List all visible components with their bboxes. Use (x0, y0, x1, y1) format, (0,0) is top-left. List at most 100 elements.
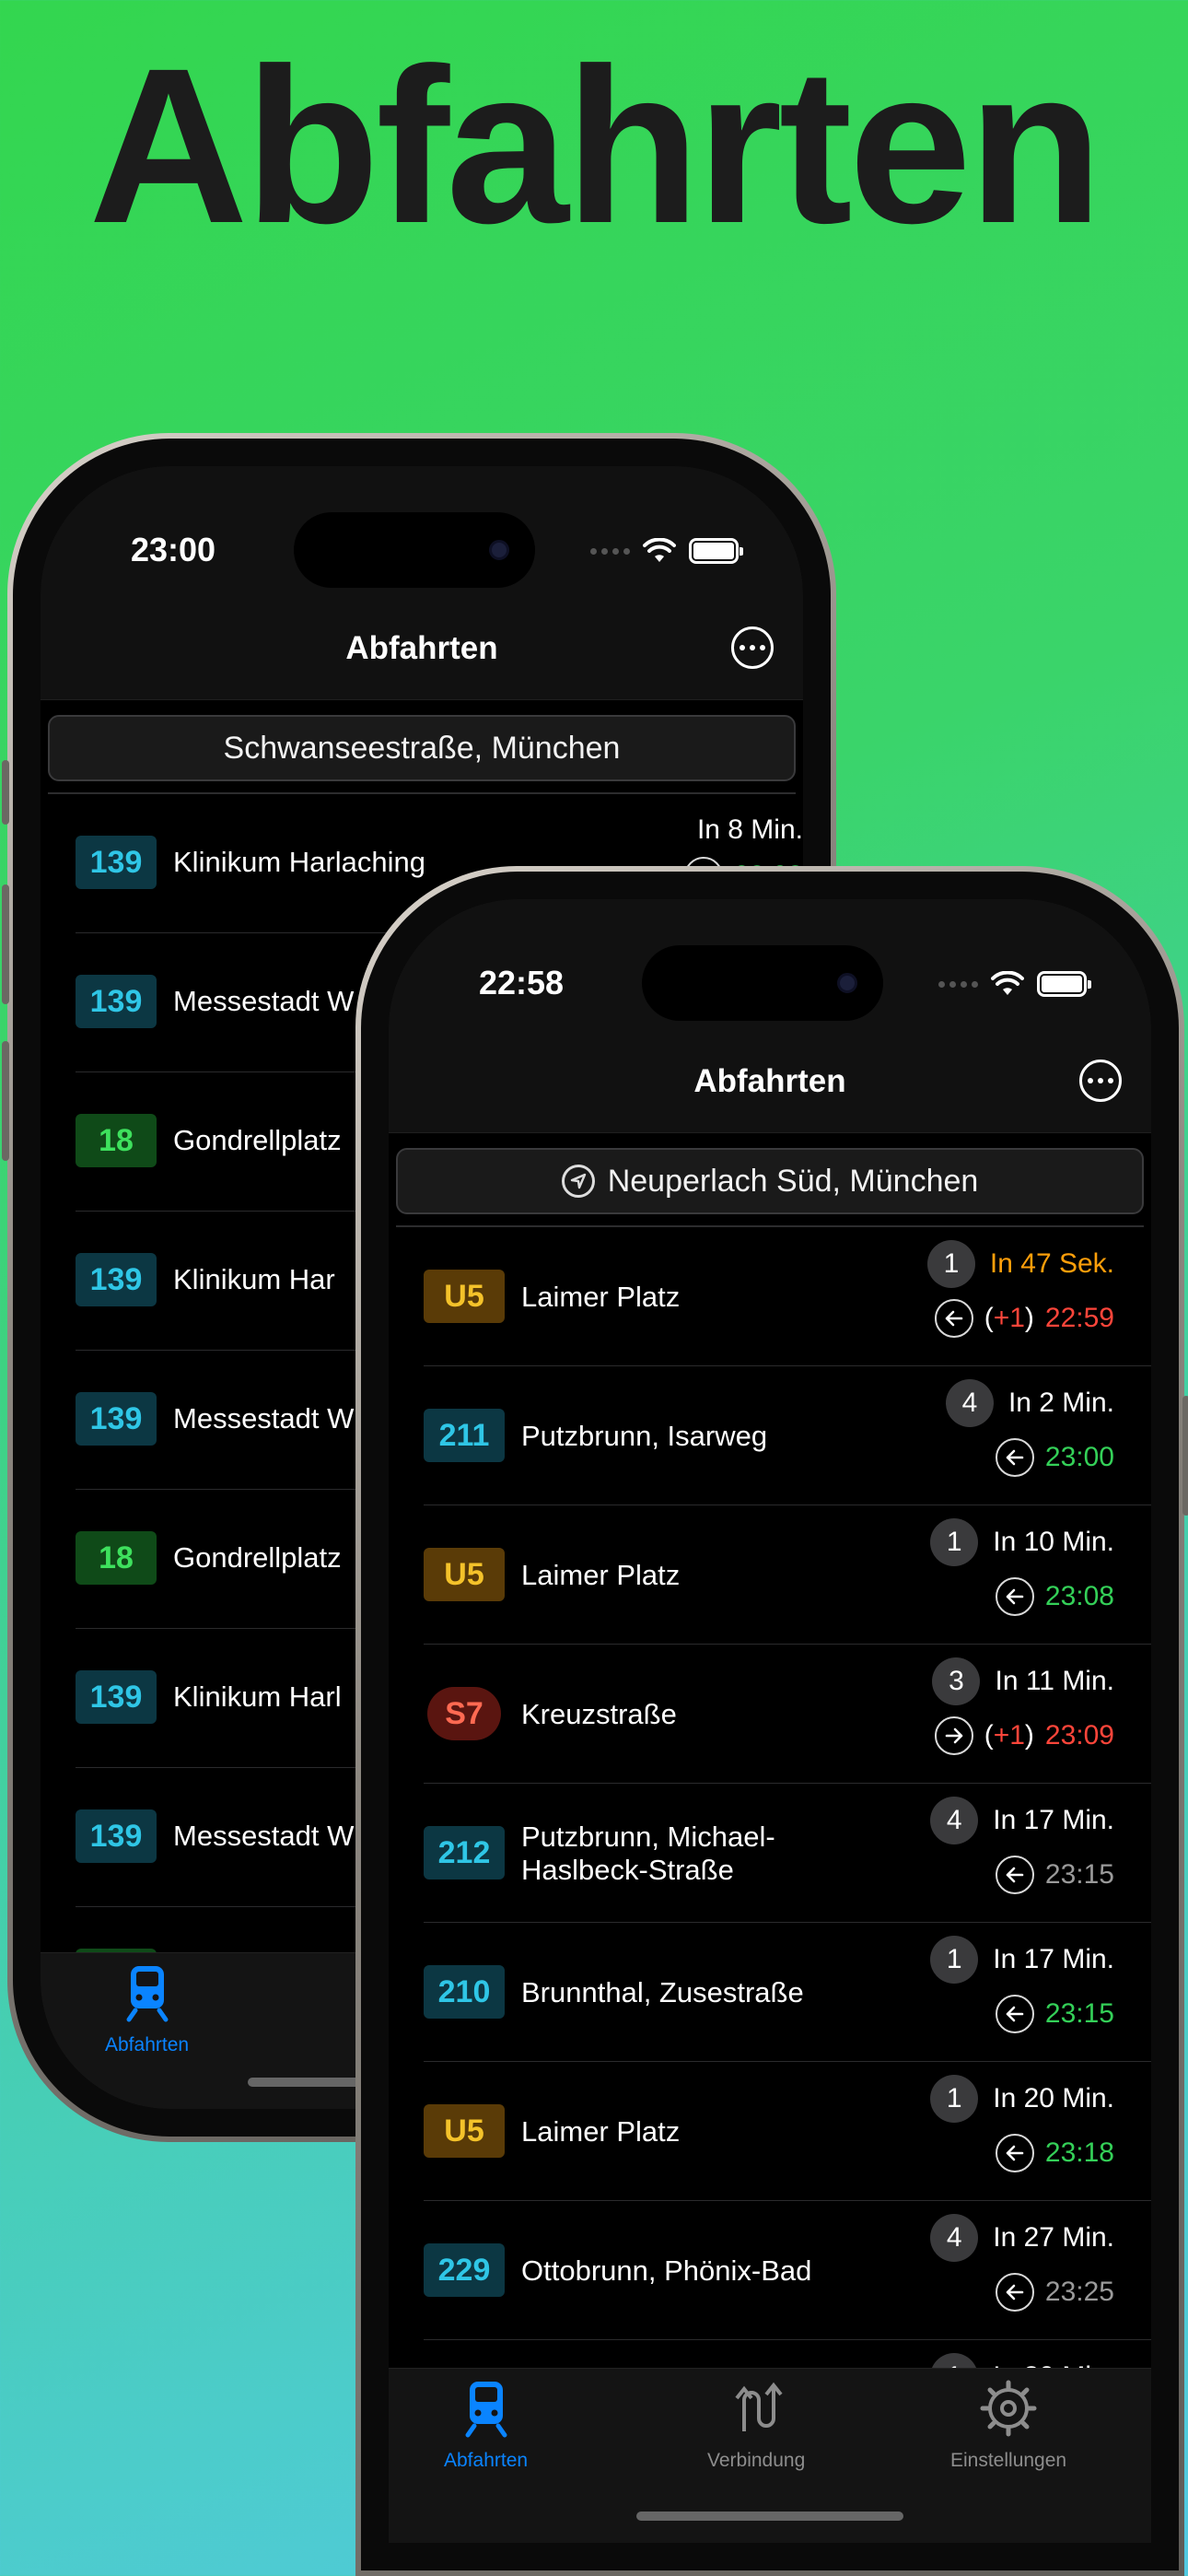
destination-label: Brunnthal, Zusestraße (521, 1976, 804, 2008)
arrow-left-icon (995, 1577, 1034, 1616)
destination-label: Klinikum Harlaching (173, 846, 425, 878)
relative-time-label: In 17 Min. (993, 1805, 1114, 1835)
home-indicator (636, 2512, 903, 2521)
tab-label: Abfahrten (444, 2450, 529, 2471)
relative-time: In 8 Min. (697, 814, 803, 846)
absolute-time: (+1) 23:09 (934, 1716, 1114, 1755)
relative-time-label: In 10 Min. (993, 1527, 1114, 1557)
relative-time: 4 In 2 Min. (945, 1379, 1114, 1427)
line-badge: S7 (427, 1687, 501, 1740)
platform-badge: 4 (930, 2214, 979, 2262)
departure-time-block: 4 In 2 Min. 23:00 (945, 1379, 1114, 1477)
tab-abfahrten[interactable]: Abfahrten (444, 2378, 528, 2472)
departure-time: 23:08 (1044, 1581, 1114, 1611)
line-badge: 18 (76, 1531, 157, 1585)
arrow-left-icon (995, 1995, 1034, 2033)
location-field[interactable]: Schwanseestraße, München (48, 715, 796, 781)
line-badge: 229 (424, 2243, 505, 2297)
delay-indicator: (+1) (984, 1720, 1034, 1751)
departure-time-block: 1 In 47 Sek. (+1) 22:59 (926, 1240, 1114, 1338)
location-field[interactable]: Neuperlach Süd, München (396, 1148, 1144, 1214)
destination-label: Laimer Platz (521, 2115, 681, 2148)
arrow-right-icon (934, 1716, 973, 1755)
signal-icon (590, 547, 630, 555)
departure-row[interactable]: U5 Laimer Platz 1 In 20 Min. 23:18 (424, 2062, 1151, 2201)
departure-time: 23:15 (1044, 1859, 1114, 1890)
absolute-time: 23:00 (995, 1438, 1114, 1477)
line-badge: 139 (76, 836, 157, 889)
relative-time-label: In 20 Min. (993, 2083, 1114, 2113)
nav-title: Abfahrten (693, 1063, 846, 1099)
relative-time-label: In 47 Sek. (989, 1248, 1114, 1279)
departure-time: 23:00 (1044, 1442, 1114, 1472)
departure-time: 22:59 (1044, 1303, 1114, 1333)
departure-time-block: 4 In 27 Min. 23:25 (930, 2214, 1114, 2312)
line-badge: 210 (424, 1965, 505, 2019)
tab-einstellungen[interactable]: Einstellungen (950, 2378, 1066, 2472)
departure-list[interactable]: U5 Laimer Platz 1 In 47 Sek. (+1) 22:59 211 Put… (389, 1227, 1151, 2479)
gear-icon (980, 2380, 1037, 2437)
wifi-icon (643, 538, 676, 562)
tab-label: Einstellungen (950, 2450, 1067, 2471)
departure-row[interactable]: U5 Laimer Platz 1 In 10 Min. 23:08 (424, 1505, 1151, 1645)
destination-label: Putzbrunn, Isarweg (521, 1420, 768, 1452)
departure-row[interactable]: 212 Putzbrunn, Michael-Haslbeck-Straße 4 In… (424, 1784, 1151, 1923)
departure-row[interactable]: 229 Ottobrunn, Phönix-Bad 4 In 27 Min. 23:25 (424, 2201, 1151, 2340)
line-badge: 139 (76, 1809, 157, 1863)
departure-time-block: 1 In 10 Min. 23:08 (930, 1518, 1114, 1616)
line-badge: 18 (76, 1114, 157, 1167)
relative-time: 1 In 20 Min. (930, 2075, 1114, 2123)
relative-time-label: In 27 Min. (993, 2222, 1114, 2253)
line-badge: 139 (76, 1392, 157, 1446)
platform-badge: 1 (926, 1240, 975, 1288)
arrow-left-icon (934, 1299, 973, 1338)
platform-badge: 1 (930, 2075, 979, 2123)
departure-row[interactable]: 211 Putzbrunn, Isarweg 4 In 2 Min. 23:00 (424, 1366, 1151, 1505)
absolute-time: 23:08 (995, 1577, 1114, 1616)
destination-label: Kreuzstraße (521, 1698, 677, 1730)
dynamic-island (642, 945, 883, 1021)
line-badge: U5 (424, 1548, 505, 1601)
relative-time: 4 In 27 Min. (930, 2214, 1114, 2262)
relative-time: 4 In 17 Min. (930, 1797, 1114, 1844)
departure-time: 23:25 (1044, 2277, 1114, 2307)
departure-time: 23:09 (1044, 1720, 1114, 1751)
signal-icon (938, 980, 978, 988)
line-badge: 139 (76, 975, 157, 1028)
absolute-time: 23:25 (995, 2273, 1114, 2312)
line-badge: 139 (76, 1670, 157, 1724)
headline: Abfahrten (88, 22, 1102, 269)
tab-verbindung[interactable]: Verbindung (707, 2378, 805, 2472)
departure-row[interactable]: U5 Laimer Platz 1 In 47 Sek. (+1) 22:59 (424, 1227, 1151, 1366)
departure-time-block: 4 In 17 Min. 23:15 (930, 1797, 1114, 1894)
relative-time: 1 In 10 Min. (930, 1518, 1114, 1566)
train-icon (465, 2382, 507, 2438)
nav-title: Abfahrten (345, 630, 498, 666)
relative-time: 1 In 47 Sek. (926, 1240, 1114, 1288)
platform-badge: 1 (930, 1518, 979, 1566)
line-badge: U5 (424, 1270, 505, 1323)
dynamic-island (294, 512, 535, 588)
status-time: 22:58 (479, 964, 565, 1001)
relative-time-label: In 2 Min. (1007, 1388, 1114, 1418)
relative-time-label: In 17 Min. (993, 1944, 1114, 1974)
arrow-left-icon (995, 2273, 1034, 2312)
departure-time: 23:15 (1044, 1998, 1114, 2029)
departure-time-block: 1 In 17 Min. 23:15 (930, 1936, 1114, 2033)
destination-label: Laimer Platz (521, 1281, 681, 1313)
platform-badge: 4 (930, 1797, 979, 1844)
tab-abfahrten[interactable]: Abfahrten (105, 1962, 189, 2056)
delay-indicator: (+1) (984, 1303, 1034, 1333)
status-bar: 23:00 (41, 466, 803, 604)
departure-row[interactable]: S7 Kreuzstraße 3 In 11 Min. (+1) 23:09 (424, 1645, 1151, 1784)
departure-row[interactable]: 210 Brunnthal, Zusestraße 1 In 17 Min. 23:15 (424, 1923, 1151, 2062)
line-badge: 212 (424, 1826, 505, 1879)
more-options-icon[interactable] (731, 626, 774, 669)
delay-value: +1 (993, 1303, 1025, 1333)
wifi-icon (991, 971, 1024, 995)
location-label: Neuperlach Süd, München (607, 1163, 979, 1199)
departure-time: 23:18 (1044, 2137, 1114, 2168)
battery-icon (689, 538, 743, 564)
battery-icon (1037, 971, 1091, 997)
more-options-icon[interactable] (1079, 1060, 1122, 1102)
